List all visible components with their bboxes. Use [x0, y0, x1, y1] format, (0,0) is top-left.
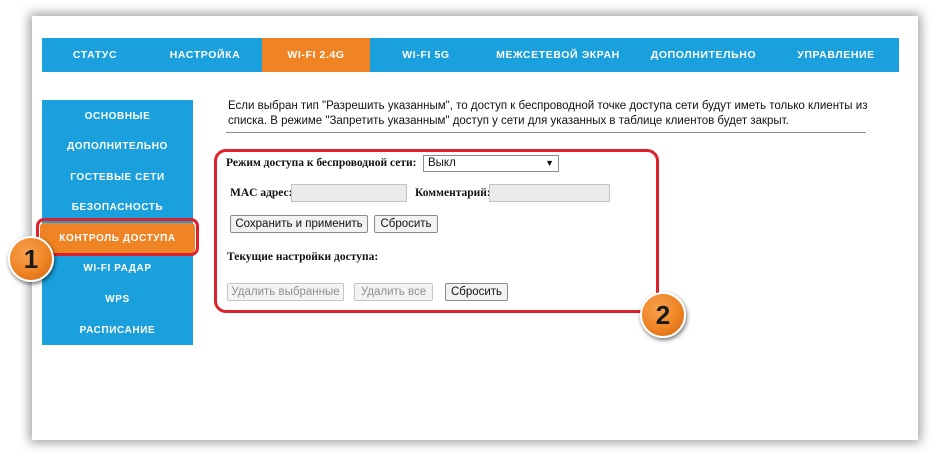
comment-input[interactable]: [489, 184, 610, 202]
save-apply-button[interactable]: Сохранить и применить: [230, 215, 368, 233]
sidebar-item-advanced[interactable]: Дополнительно: [42, 131, 193, 161]
access-mode-value: Выкл: [428, 157, 456, 169]
sidebar-item-wifi-radar[interactable]: Wi-Fi радар: [42, 253, 193, 283]
tab-advanced[interactable]: Дополнительно: [634, 38, 773, 72]
tab-settings[interactable]: Настройка: [148, 38, 262, 72]
mac-address-input[interactable]: [291, 184, 407, 202]
top-nav: Статус Настройка Wi-Fi 2.4G Wi-Fi 5G Меж…: [42, 38, 899, 72]
step-badge-1: 1: [8, 236, 54, 282]
sidebar-item-wps[interactable]: WPS: [42, 284, 193, 314]
reset-button[interactable]: Сбросить: [374, 215, 438, 233]
tab-firewall[interactable]: Межсетевой экран: [482, 38, 634, 72]
tab-wifi-5g[interactable]: Wi-Fi 5G: [370, 38, 482, 72]
sidebar-item-guest-networks[interactable]: Гостевые сети: [42, 162, 193, 192]
access-mode-select[interactable]: Выкл ▼: [423, 155, 559, 172]
divider: [226, 132, 866, 133]
info-description: Если выбран тип "Разрешить указанным", т…: [228, 100, 868, 127]
step-badge-2: 2: [640, 292, 686, 338]
comment-label: Комментарий:: [415, 187, 491, 199]
sidebar-highlight-frame: [36, 218, 199, 256]
sidebar-item-schedule[interactable]: Расписание: [42, 315, 193, 345]
reset-list-button[interactable]: Сбросить: [445, 283, 508, 301]
tab-status[interactable]: Статус: [42, 38, 148, 72]
mac-label: MAC адрес:: [230, 187, 293, 199]
sidebar-item-basic[interactable]: Основные: [42, 101, 193, 131]
delete-all-button[interactable]: Удалить все: [354, 283, 433, 301]
current-settings-label: Текущие настройки доступа:: [227, 251, 379, 263]
delete-selected-button[interactable]: Удалить выбранные: [227, 283, 344, 301]
tab-management[interactable]: Управление: [773, 38, 899, 72]
access-mode-label: Режим доступа к беспроводной сети:: [226, 157, 417, 169]
tab-wifi-24g[interactable]: Wi-Fi 2.4G: [262, 38, 370, 72]
chevron-down-icon: ▼: [545, 158, 554, 168]
